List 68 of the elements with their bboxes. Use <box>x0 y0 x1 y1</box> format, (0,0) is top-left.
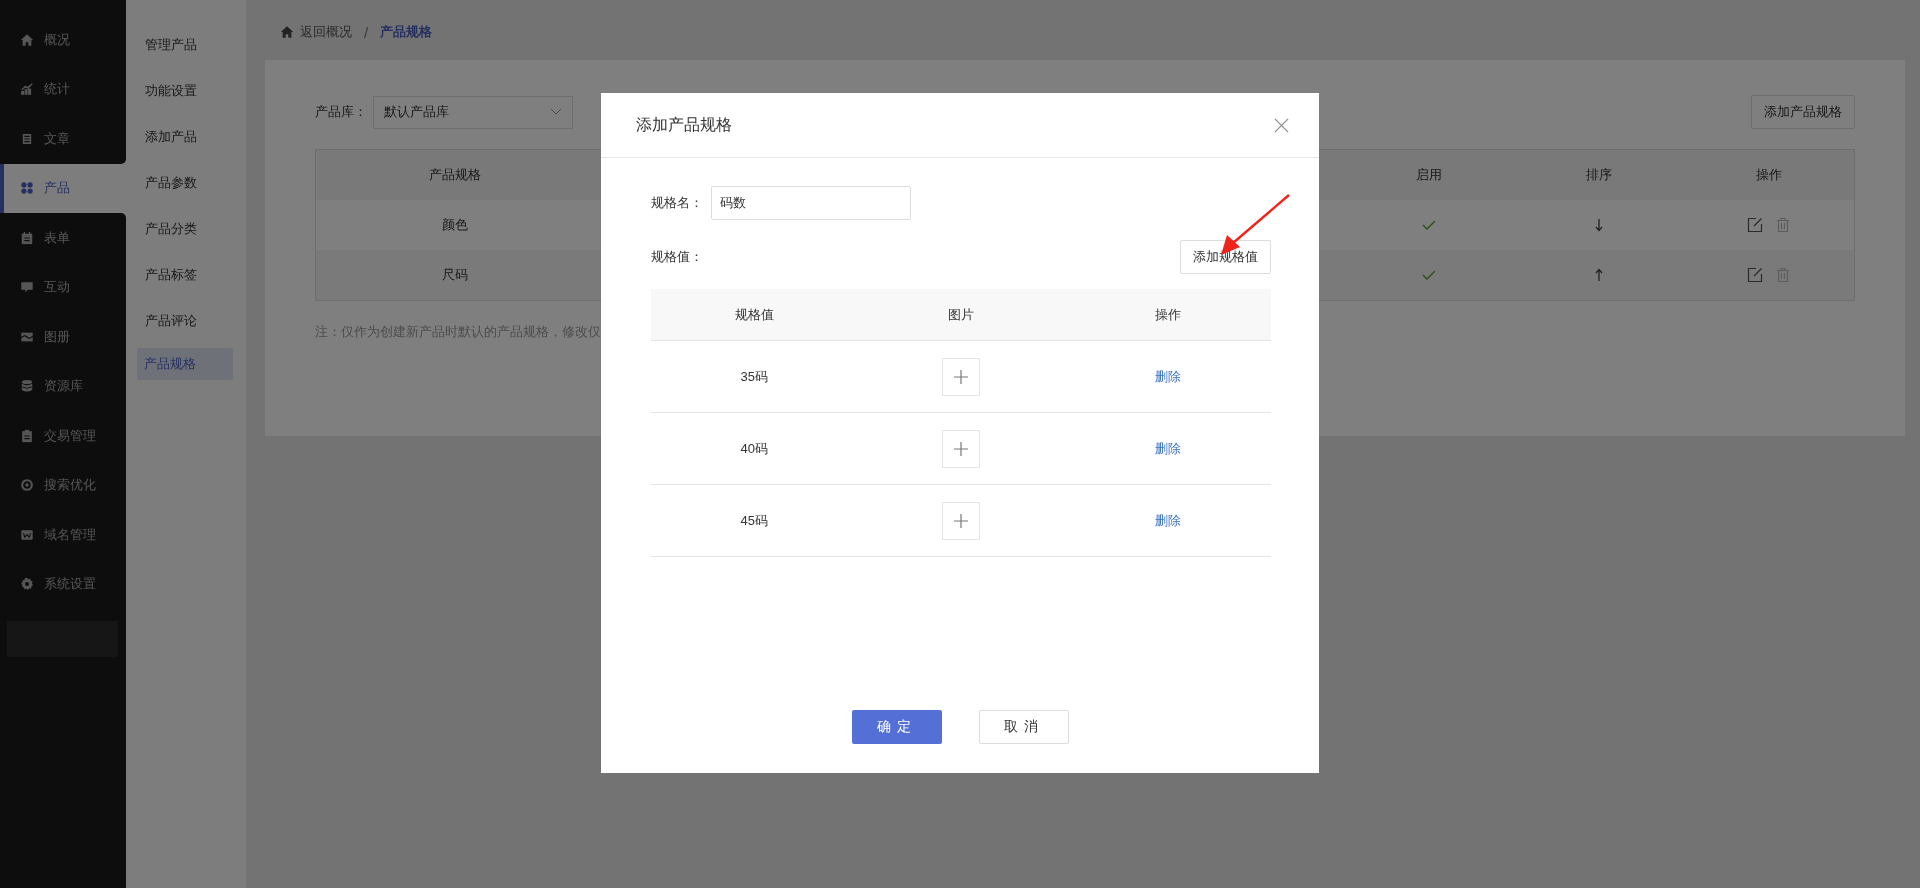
sidebar-item[interactable]: 域名管理 <box>0 510 126 560</box>
sidebar-item[interactable]: 系统设置 <box>0 559 126 609</box>
home-icon <box>20 32 34 47</box>
document-icon <box>20 131 34 146</box>
grid-icon <box>20 181 34 196</box>
sidebar-item[interactable]: 概况 <box>0 15 126 65</box>
library-dropdown[interactable]: 默认产品库 <box>373 95 573 129</box>
calendar-icon <box>20 230 34 245</box>
settings-icon <box>20 577 34 592</box>
column-header: 操作 <box>1154 305 1181 324</box>
breadcrumb-separator: / <box>364 23 369 41</box>
database-icon <box>20 379 34 394</box>
breadcrumb-link[interactable]: 返回概况 <box>300 23 352 41</box>
subnav-item[interactable]: 产品标签 <box>138 256 226 294</box>
sidebar-item[interactable]: 交易管理 <box>0 411 126 461</box>
column-header: 规格值 <box>734 305 774 324</box>
delete-link[interactable]: 删除 <box>1154 367 1181 386</box>
filter-label: 产品库： <box>315 103 367 121</box>
subnav-item[interactable]: 产品分类 <box>138 210 226 248</box>
edit-icon[interactable] <box>1747 217 1763 233</box>
field-label: 规格名： <box>651 194 703 212</box>
table-cell: 40码 <box>740 439 769 458</box>
dialog-title: 添加产品规格 <box>636 114 732 135</box>
chat-icon <box>20 280 34 295</box>
caret-icon <box>550 108 562 116</box>
sidebar-item[interactable]: 互动 <box>0 262 126 312</box>
sidebar-item[interactable]: 搜索优化 <box>0 460 126 510</box>
add-spec-button[interactable]: 添加产品规格 <box>1751 95 1855 129</box>
column-header: 排序 <box>1585 166 1613 184</box>
table-cell: 45码 <box>740 511 769 530</box>
subnav-item[interactable]: 添加产品 <box>138 118 226 156</box>
home-icon <box>280 25 294 39</box>
delete-link[interactable]: 删除 <box>1154 439 1181 458</box>
cancel-button[interactable]: 取消 <box>978 710 1069 744</box>
plus-icon[interactable] <box>942 429 980 468</box>
ring-icon <box>20 478 34 493</box>
spec-name-field[interactable]: 码数 <box>711 186 911 220</box>
clipboard-icon <box>20 428 34 443</box>
sidebar-item[interactable]: 文章 <box>0 114 126 164</box>
confirm-button[interactable]: 确定 <box>851 710 942 744</box>
edit-icon[interactable] <box>1747 267 1763 283</box>
trash-icon[interactable] <box>1775 217 1791 233</box>
subnav-item[interactable]: 产品参数 <box>138 164 226 202</box>
subnav-item[interactable]: 管理产品 <box>138 26 226 64</box>
square-icon <box>20 527 34 542</box>
column-header: 操作 <box>1755 166 1783 184</box>
column-header: 图片 <box>948 305 974 324</box>
subnav-item[interactable]: 功能设置 <box>138 72 226 110</box>
breadcrumb-current: 产品规格 <box>380 23 433 41</box>
subnav-item[interactable]: 产品评论 <box>138 302 226 340</box>
close-icon[interactable] <box>1274 117 1289 133</box>
table-cell-text: 尺码 <box>441 266 469 284</box>
plus-icon[interactable] <box>942 357 980 396</box>
plus-icon[interactable] <box>942 501 980 540</box>
subnav-item[interactable]: 产品规格 <box>137 348 233 380</box>
sidebar-item[interactable]: 统计 <box>0 64 126 114</box>
delete-link[interactable]: 删除 <box>1154 511 1181 530</box>
field-label: 规格值： <box>651 248 703 266</box>
sidebar-item[interactable]: 表单 <box>0 213 126 263</box>
chart-icon <box>20 82 34 97</box>
down-arrow-icon[interactable] <box>1594 218 1604 232</box>
table-cell: 35码 <box>740 367 769 386</box>
column-header: 产品规格 <box>428 166 482 184</box>
up-arrow-icon[interactable] <box>1594 268 1604 282</box>
sidebar-item[interactable]: 图册 <box>0 312 126 362</box>
column-header: 启用 <box>1415 166 1443 184</box>
table-cell-text: 颜色 <box>441 216 469 234</box>
sidebar-item[interactable]: 资源库 <box>0 361 126 411</box>
